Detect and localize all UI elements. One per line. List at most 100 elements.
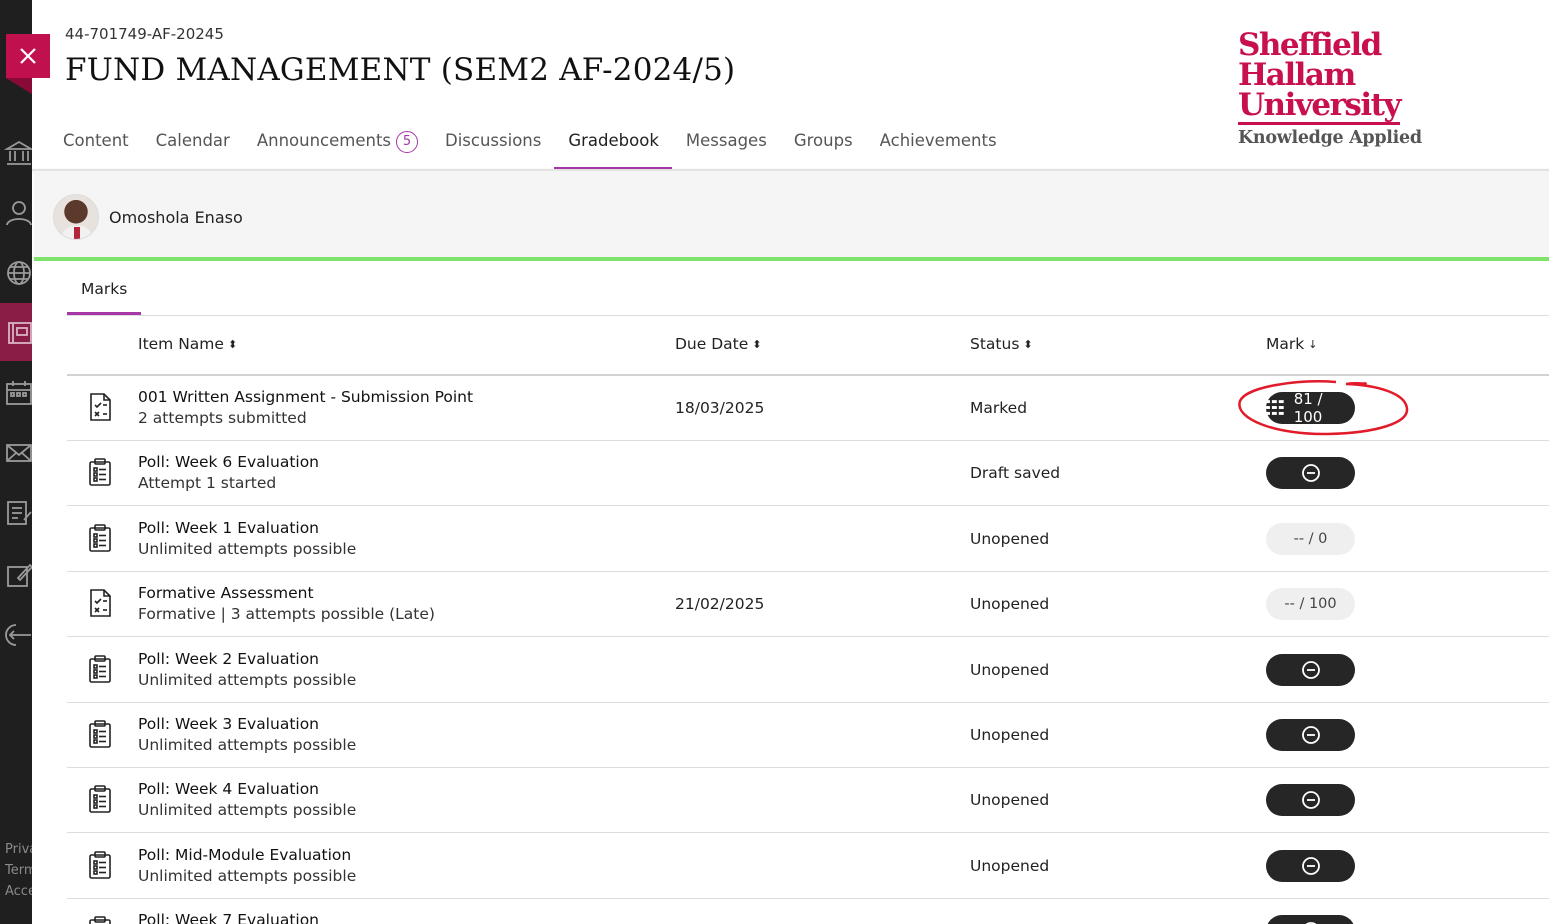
mark-button[interactable]: -- / 0 <box>1266 522 1355 555</box>
item-status: Unopened <box>970 856 1050 875</box>
globe-icon[interactable] <box>4 258 32 288</box>
institution-icon[interactable] <box>3 138 32 168</box>
sign-out-icon[interactable] <box>4 620 32 650</box>
mark-value: 81 / 100 <box>1293 390 1323 426</box>
assignment-icon <box>87 392 113 422</box>
item-due-date: 18/03/2025 <box>675 399 765 417</box>
item-attempts-info: Attempt 1 started <box>138 474 277 493</box>
mail-icon[interactable] <box>4 438 32 468</box>
no-mark-icon <box>1301 856 1320 875</box>
course-title: FUND MANAGEMENT (SEM2 AF-2024/5) <box>65 52 736 88</box>
item-attempts-info: Unlimited attempts possible <box>138 539 357 558</box>
column-header-due-date-label: Due Date <box>675 335 749 353</box>
poll-icon <box>87 523 113 553</box>
item-title-link[interactable]: Poll: Week 6 Evaluation <box>138 453 319 471</box>
tab-marks[interactable]: Marks <box>81 280 127 298</box>
table-row[interactable]: Poll: Week 6 Evaluation Attempt 1 started… <box>67 441 1549 507</box>
table-row[interactable]: Poll: Week 7 Evaluation <box>67 899 1549 924</box>
column-header-item-name[interactable]: Item Name ⬍ <box>138 335 237 353</box>
table-row[interactable]: Poll: Week 4 Evaluation Unlimited attempt… <box>67 768 1549 834</box>
tab-content-label: Content <box>63 131 129 150</box>
edit-icon[interactable] <box>4 560 32 590</box>
item-title-link[interactable]: Poll: Week 7 Evaluation <box>138 911 319 924</box>
tab-content[interactable]: Content <box>63 118 129 170</box>
column-header-mark[interactable]: Mark ↓ <box>1266 335 1317 353</box>
column-header-due-date[interactable]: Due Date ⬍ <box>675 335 762 353</box>
table-row[interactable]: Poll: Week 3 Evaluation Unlimited attempt… <box>67 703 1549 768</box>
no-mark-icon <box>1301 660 1320 679</box>
poll-icon <box>87 457 113 487</box>
poll-icon <box>87 719 113 749</box>
tab-gradebook[interactable]: Gradebook <box>554 118 672 170</box>
no-mark-button[interactable] <box>1266 457 1355 490</box>
courses-icon[interactable] <box>4 318 32 348</box>
item-status: Unopened <box>970 529 1050 548</box>
item-title-link[interactable]: Poll: Week 2 Evaluation <box>138 650 319 668</box>
assignment-icon <box>87 588 113 618</box>
poll-icon <box>87 850 113 880</box>
tab-announcements[interactable]: Announcements 5 <box>256 118 419 170</box>
logo-line-2: Hallam <box>1238 57 1356 93</box>
calendar-icon[interactable] <box>4 378 32 408</box>
profile-icon[interactable] <box>4 198 32 228</box>
student-header: Omoshola Enaso <box>34 171 1549 261</box>
tab-calendar[interactable]: Calendar <box>156 118 230 170</box>
item-status: Marked <box>970 399 1028 417</box>
sort-descending-icon: ↓ <box>1308 338 1318 351</box>
item-attempts-info: Unlimited attempts possible <box>138 670 357 689</box>
item-title-link[interactable]: 001 Written Assignment - Submission Poin… <box>138 388 473 406</box>
column-header-status[interactable]: Status ⬍ <box>970 335 1033 353</box>
gradebook-grid-icon <box>1266 400 1284 415</box>
tab-messages[interactable]: Messages <box>686 118 767 170</box>
item-title-link[interactable]: Poll: Week 1 Evaluation <box>138 519 319 537</box>
item-attempts-info: Unlimited attempts possible <box>138 736 357 754</box>
no-mark-button[interactable] <box>1266 719 1355 751</box>
item-attempts-info: Formative | 3 attempts possible (Late) <box>138 605 435 624</box>
item-status: Unopened <box>970 660 1050 679</box>
student-header-accent-bar <box>34 257 1549 261</box>
table-row[interactable]: Formative Assessment Formative | 3 attemp… <box>67 572 1549 638</box>
subtab-divider <box>67 315 1549 316</box>
mark-button[interactable]: -- / 100 <box>1266 588 1355 621</box>
logo-tagline: Knowledge Applied <box>1238 128 1422 148</box>
mark-value: -- / 100 <box>1284 596 1337 613</box>
no-mark-button[interactable] <box>1266 784 1355 817</box>
no-mark-button[interactable] <box>1266 849 1355 882</box>
item-attempts-info: 2 attempts submitted <box>138 409 307 427</box>
item-title-link[interactable]: Poll: Mid-Module Evaluation <box>138 846 351 864</box>
no-mark-icon <box>1301 464 1320 483</box>
no-mark-button[interactable] <box>1266 653 1355 686</box>
sort-icon: ⬍ <box>752 338 762 351</box>
tab-achievements[interactable]: Achievements <box>880 118 997 170</box>
no-mark-icon <box>1301 791 1320 810</box>
mark-button[interactable]: 81 / 100 <box>1266 390 1355 426</box>
item-due-date: 21/02/2025 <box>675 595 765 614</box>
course-code: 44-701749-AF-20245 <box>65 25 224 43</box>
table-row[interactable]: Poll: Week 1 Evaluation Unlimited attempt… <box>67 507 1549 572</box>
tab-groups[interactable]: Groups <box>794 118 853 170</box>
item-title-link[interactable]: Formative Assessment <box>138 584 314 602</box>
no-mark-button[interactable] <box>1266 915 1355 924</box>
item-title-link[interactable]: Poll: Week 4 Evaluation <box>138 780 319 798</box>
close-course-button[interactable] <box>6 34 50 78</box>
grades-icon[interactable] <box>4 498 32 528</box>
item-title-link[interactable]: Poll: Week 3 Evaluation <box>138 715 319 733</box>
tab-announcements-label: Announcements <box>256 131 392 150</box>
left-sidebar: Priva Term Acce <box>0 0 32 924</box>
student-name: Omoshola Enaso <box>109 208 243 227</box>
poll-icon <box>87 654 113 684</box>
poll-icon <box>87 915 113 924</box>
terms-link[interactable]: Term <box>5 863 32 878</box>
university-logo: Sheffield Hallam University Knowledge Ap… <box>1238 30 1438 148</box>
table-row[interactable]: Poll: Week 2 Evaluation Unlimited attempt… <box>67 638 1549 703</box>
table-row[interactable]: 001 Written Assignment - Submission Poin… <box>67 376 1549 441</box>
accessibility-link[interactable]: Acce <box>5 884 32 899</box>
tab-discussions[interactable]: Discussions <box>445 118 541 170</box>
course-nav: Content Calendar Announcements 5 Discussi… <box>63 118 1024 170</box>
privacy-link[interactable]: Priva <box>5 842 32 857</box>
logo-line-3: University <box>1238 87 1401 125</box>
item-status: Unopened <box>970 726 1050 744</box>
table-row[interactable]: Poll: Mid-Module Evaluation Unlimited att… <box>67 834 1549 899</box>
item-status: Draft saved <box>970 464 1061 483</box>
tab-messages-label: Messages <box>685 131 767 150</box>
